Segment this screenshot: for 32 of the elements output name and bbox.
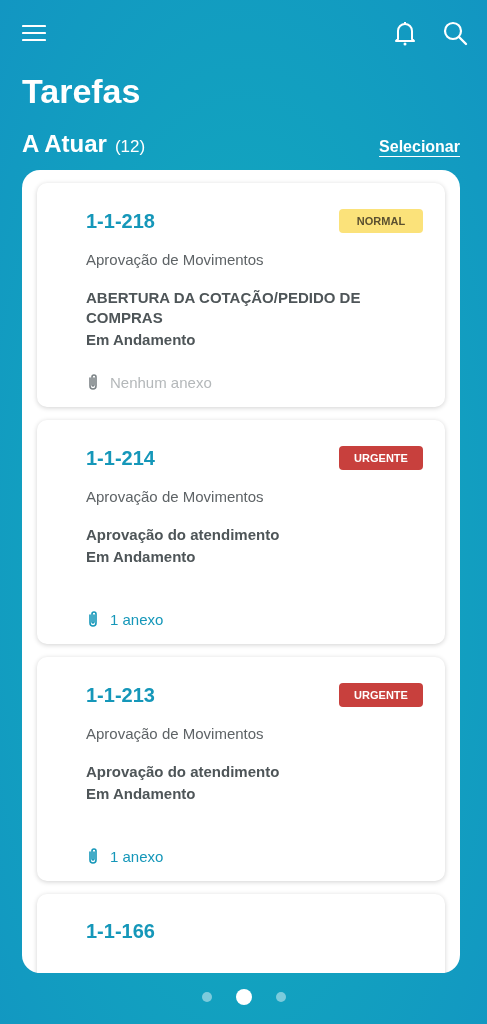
task-id: 1-1-166 <box>86 920 155 943</box>
task-title: ABERTURA DA COTAÇÃO/PEDIDO DE COMPRAS <box>86 288 362 328</box>
paperclip-icon <box>86 847 100 865</box>
page-dot[interactable] <box>275 992 286 1002</box>
paperclip-icon <box>86 373 100 391</box>
task-card[interactable]: 1-1-218 NORMAL Aprovação de Movimentos ABERTURA DA COTAÇÃO/PEDIDO DE COMPRAS Em Andamento Nenhum anexo <box>37 183 445 407</box>
task-count: (12) <box>114 137 146 157</box>
task-title: Aprovação do atendimento <box>86 525 281 545</box>
search-button[interactable] <box>441 19 469 47</box>
attachment-count: Nenhum anexo <box>110 373 212 391</box>
paperclip-icon <box>86 610 100 628</box>
priority-badge: URGENTE <box>339 446 423 470</box>
priority-badge: NORMAL <box>339 209 423 233</box>
task-process: Aprovação de Movimentos <box>86 488 265 505</box>
task-card[interactable]: 1-1-214 URGENTE Aprovação de Movimentos Aprovação do atendimento Em Andamento 1 anexo <box>37 420 445 644</box>
attachment-count: 1 anexo <box>110 847 164 865</box>
task-process: Aprovação de Movimentos <box>86 725 265 742</box>
page-title: Tarefas <box>22 72 142 110</box>
page-dot[interactable] <box>235 989 252 1005</box>
priority-badge: URGENTE <box>339 683 423 707</box>
task-process: Aprovação de Movimentos <box>86 251 265 268</box>
page-dot[interactable] <box>201 992 212 1002</box>
task-id: 1-1-213 <box>86 683 155 707</box>
task-id: 1-1-214 <box>86 446 155 470</box>
section-title: A Atuar <box>22 130 107 158</box>
task-status: Em Andamento <box>86 785 197 802</box>
task-id: 1-1-218 <box>86 209 155 233</box>
task-title: Aprovação do atendimento <box>86 762 281 782</box>
attachment-count: 1 anexo <box>110 610 164 628</box>
task-status: Em Andamento <box>86 331 197 348</box>
task-status: Em Andamento <box>86 548 197 565</box>
task-card[interactable]: 1-1-213 URGENTE Aprovação de Movimentos Aprovação do atendimento Em Andamento 1 anexo <box>37 657 445 881</box>
